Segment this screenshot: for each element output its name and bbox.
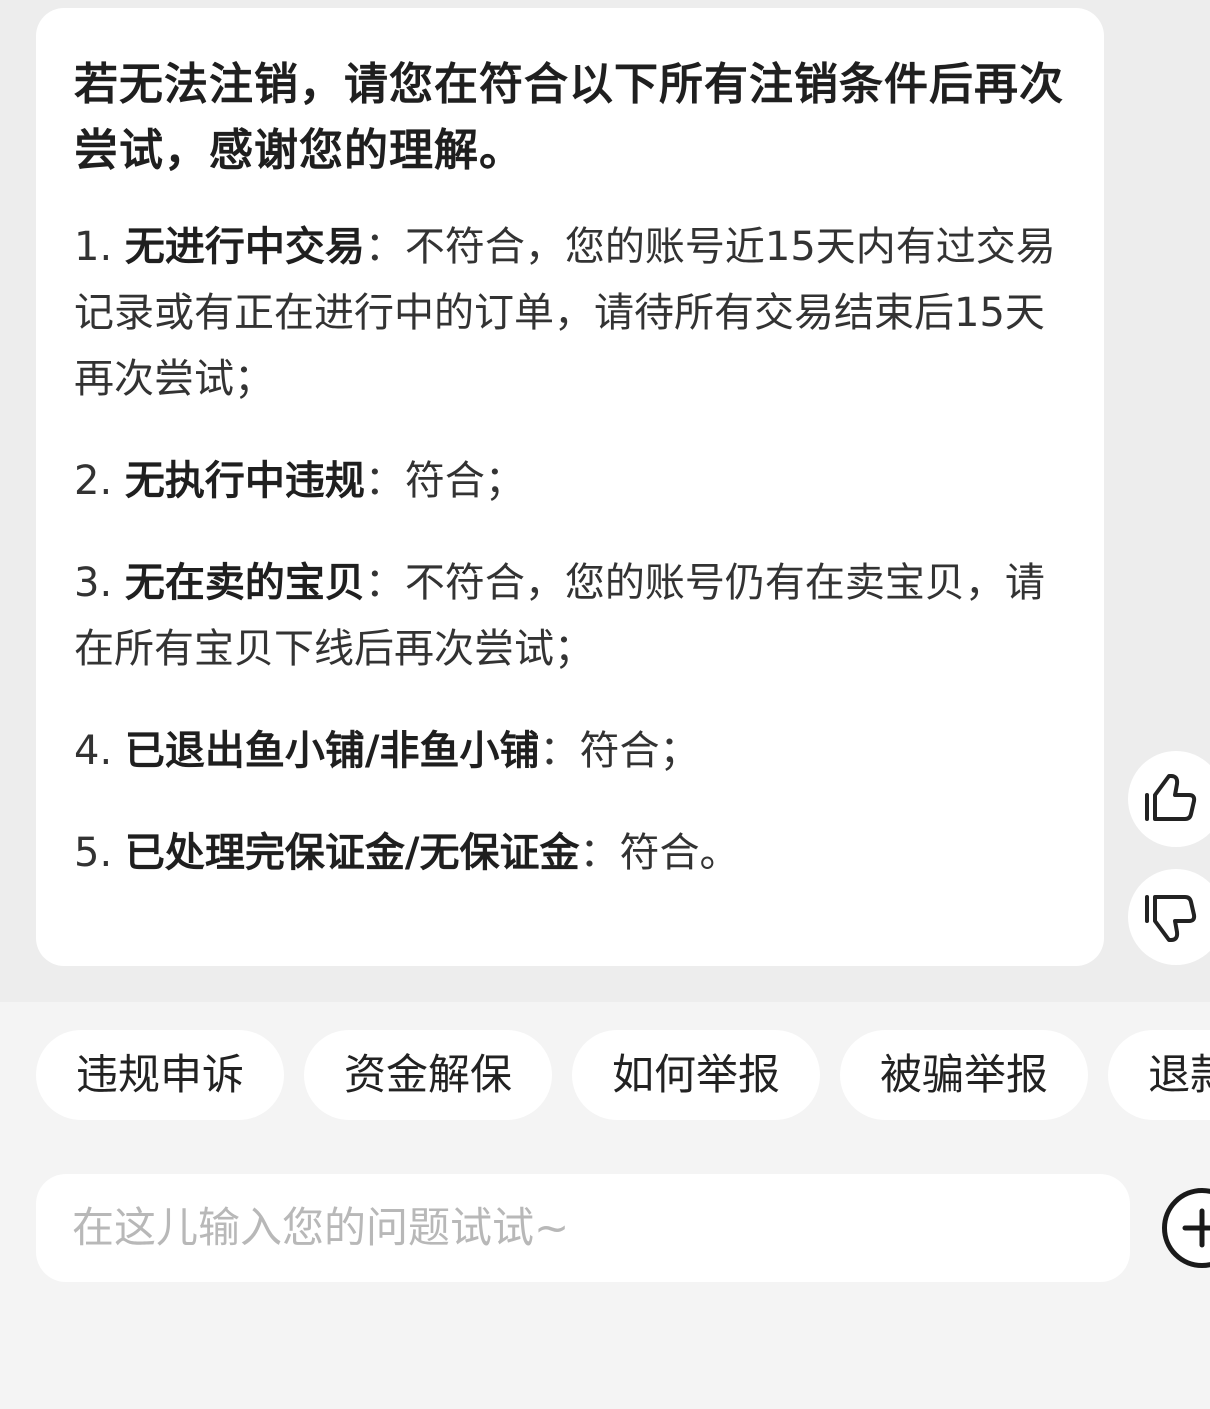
add-attachment-button[interactable]	[1162, 1188, 1210, 1268]
condition-number: 1.	[74, 224, 125, 270]
quick-reply-chip[interactable]: 被骗举报	[840, 1030, 1089, 1120]
quick-reply-bar[interactable]: 违规申诉 资金解保 如何举报 被骗举报 退款	[36, 1030, 1210, 1120]
condition-title: 已处理完保证金/无保证金	[124, 830, 580, 876]
condition-title: 无执行中违规	[124, 458, 365, 504]
chat-page: 若无法注销，请您在符合以下所有注销条件后再次尝试，感谢您的理解。 1. 无进行中…	[0, 0, 1210, 1409]
message-input[interactable]	[36, 1174, 1130, 1282]
condition-item: 4. 已退出鱼小铺/非鱼小铺：符合；	[74, 718, 1068, 784]
condition-number: 4.	[74, 728, 125, 774]
condition-number: 5.	[74, 830, 125, 876]
plus-circle-icon	[1182, 1208, 1210, 1248]
condition-item: 1. 无进行中交易：不符合，您的账号近15天内有过交易记录或有正在进行中的订单，…	[74, 214, 1068, 412]
condition-item: 3. 无在卖的宝贝：不符合，您的账号仍有在卖宝贝，请在所有宝贝下线后再次尝试；	[74, 550, 1068, 682]
bot-message-bubble: 若无法注销，请您在符合以下所有注销条件后再次尝试，感谢您的理解。 1. 无进行中…	[36, 8, 1104, 966]
condition-title: 无进行中交易	[124, 224, 365, 270]
message-intro: 若无法注销，请您在符合以下所有注销条件后再次尝试，感谢您的理解。	[74, 59, 1064, 176]
condition-title: 已退出鱼小铺/非鱼小铺	[124, 728, 540, 774]
condition-detail: ：符合；	[539, 728, 700, 774]
condition-detail: ：符合；	[364, 458, 525, 504]
quick-reply-chip[interactable]: 如何举报	[572, 1030, 821, 1120]
quick-reply-chip[interactable]: 违规申诉	[36, 1030, 285, 1120]
condition-number: 2.	[74, 458, 125, 504]
chat-message-area[interactable]: 若无法注销，请您在符合以下所有注销条件后再次尝试，感谢您的理解。 1. 无进行中…	[0, 0, 1210, 1002]
quick-reply-chip[interactable]: 资金解保	[304, 1030, 553, 1120]
condition-item: 2. 无执行中违规：符合；	[74, 448, 1068, 514]
quick-reply-chip[interactable]: 退款	[1108, 1030, 1210, 1120]
dislike-button[interactable]	[1128, 869, 1210, 965]
condition-detail: ：符合。	[579, 830, 740, 876]
thumbs-down-icon	[1145, 895, 1197, 942]
condition-title: 无在卖的宝贝	[124, 560, 365, 606]
condition-item: 5. 已处理完保证金/无保证金：符合。	[74, 820, 1068, 886]
composer-area: 违规申诉 资金解保 如何举报 被骗举报 退款	[0, 1002, 1210, 1409]
thumbs-up-icon	[1145, 774, 1197, 821]
like-button[interactable]	[1128, 751, 1210, 847]
condition-number: 3.	[74, 560, 125, 606]
